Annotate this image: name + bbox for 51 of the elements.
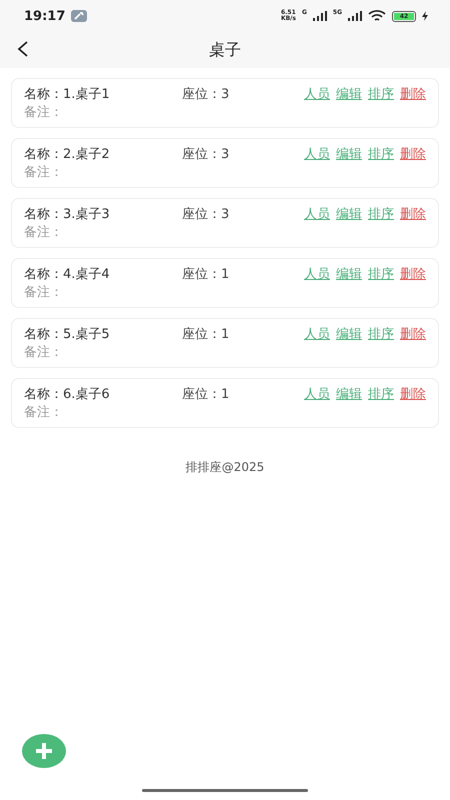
action-link[interactable]: 编辑 <box>336 325 362 343</box>
seat-count: 座位：1 <box>182 386 230 403</box>
action-link[interactable]: 编辑 <box>336 385 362 403</box>
footer-text: 排排座@2025 <box>186 460 264 474</box>
action-link[interactable]: 排序 <box>368 85 394 103</box>
action-link[interactable]: 人员 <box>304 385 330 403</box>
action-link[interactable]: 人员 <box>304 145 330 163</box>
table-name: 名称：2.桌子2 <box>24 146 111 163</box>
action-link[interactable]: 排序 <box>368 325 394 343</box>
action-link[interactable]: 编辑 <box>336 205 362 223</box>
action-link[interactable]: 排序 <box>368 205 394 223</box>
table-name: 名称：4.桌子4 <box>24 266 111 283</box>
action-link[interactable]: 排序 <box>368 265 394 283</box>
action-link[interactable]: 人员 <box>304 325 330 343</box>
seat-count: 座位：1 <box>182 326 230 343</box>
table-note: 备注： <box>24 104 64 121</box>
seat-count: 座位：3 <box>182 146 230 163</box>
seat-count: 座位：3 <box>182 86 230 103</box>
wrench-icon <box>71 10 88 22</box>
table-name: 名称：3.桌子3 <box>24 206 111 223</box>
table-note: 备注： <box>24 224 64 241</box>
page-title: 桌子 <box>209 40 241 60</box>
signal-icon <box>312 11 327 21</box>
delete-link[interactable]: 删除 <box>400 385 426 403</box>
delete-link[interactable]: 删除 <box>400 85 426 103</box>
action-link[interactable]: 编辑 <box>336 85 362 103</box>
delete-link[interactable]: 删除 <box>400 145 426 163</box>
seat-count: 座位：3 <box>182 206 230 223</box>
action-link[interactable]: 编辑 <box>336 265 362 283</box>
action-link[interactable]: 排序 <box>368 145 394 163</box>
wifi-icon <box>368 10 386 22</box>
action-link[interactable]: 编辑 <box>336 145 362 163</box>
signal-icon <box>348 11 362 21</box>
table-note: 备注： <box>24 344 64 361</box>
table-name: 名称：5.桌子5 <box>24 326 111 343</box>
action-link[interactable]: 人员 <box>304 85 330 103</box>
action-link[interactable]: 排序 <box>368 385 394 403</box>
delete-link[interactable]: 删除 <box>400 325 426 343</box>
action-link[interactable]: 人员 <box>304 205 330 223</box>
plus-icon <box>34 741 54 761</box>
delete-link[interactable]: 删除 <box>400 265 426 283</box>
table-name: 名称：6.桌子6 <box>24 386 111 403</box>
delete-link[interactable]: 删除 <box>400 205 426 223</box>
table-note: 备注： <box>24 284 64 301</box>
action-link[interactable]: 人员 <box>304 265 330 283</box>
charging-icon <box>422 11 428 21</box>
table-name: 名称：1.桌子1 <box>24 86 111 103</box>
table-note: 备注： <box>24 404 64 421</box>
table-note: 备注： <box>24 164 64 181</box>
status-time: 19:17 <box>24 8 66 24</box>
seat-count: 座位：1 <box>182 266 230 283</box>
